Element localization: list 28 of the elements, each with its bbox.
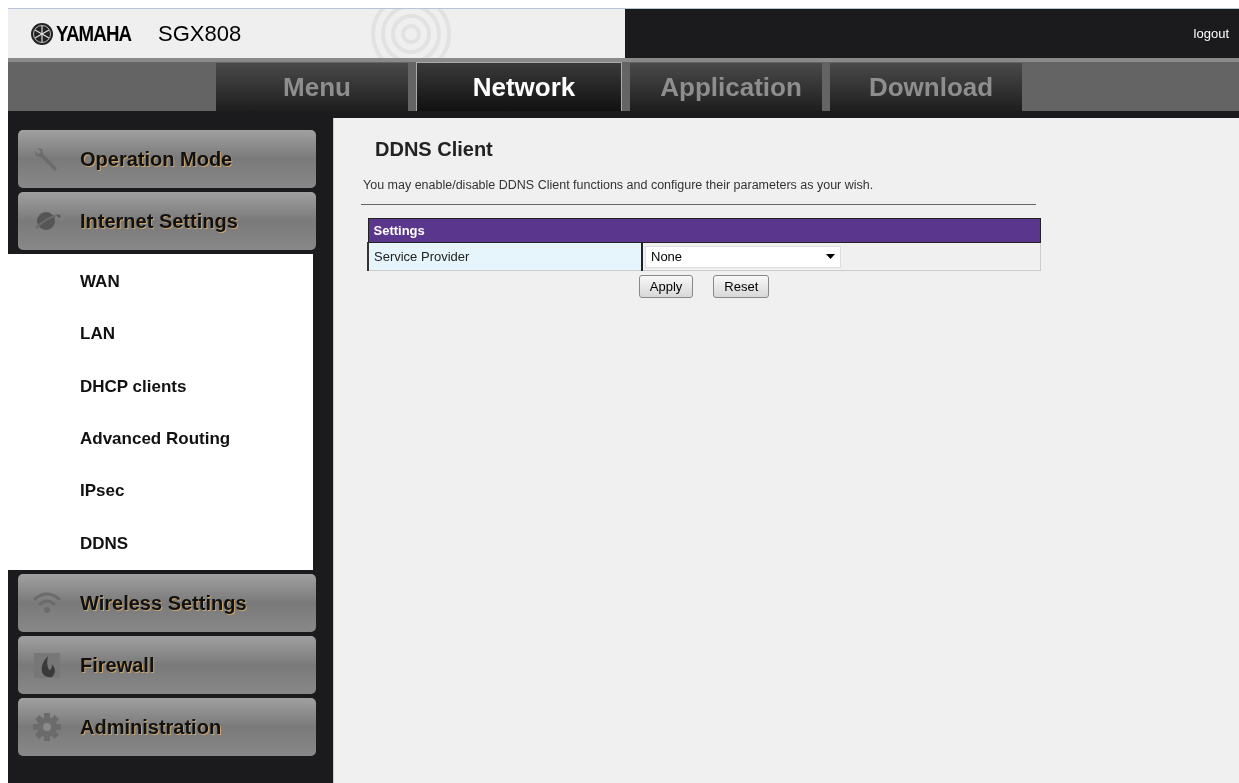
page-description: You may enable/disable DDNS Client functions and configure their parameters as your wish.: [363, 178, 875, 192]
nav-tab[interactable]: Network: [416, 62, 622, 111]
submenu-item[interactable]: Advanced Routing: [18, 413, 313, 466]
submenu-item[interactable]: WAN: [18, 256, 313, 309]
firewall-icon: [32, 650, 62, 680]
page-title: DDNS Client: [374, 138, 494, 161]
logout-link[interactable]: logout: [1193, 26, 1229, 41]
submenu-item[interactable]: DHCP clients: [18, 360, 313, 413]
sidebar-item[interactable]: Firewall: [18, 636, 316, 694]
submenu-item[interactable]: DDNS: [18, 517, 313, 570]
sidebar-item[interactable]: Operation Mode: [18, 130, 316, 188]
submenu-item[interactable]: LAN: [18, 308, 313, 361]
model-name: SGX808: [158, 20, 242, 47]
nav-tab[interactable]: Menu: [216, 63, 408, 111]
sidebar-item[interactable]: Wireless Settings: [18, 574, 316, 632]
form-button[interactable]: Apply: [638, 275, 694, 298]
caret-icon: [826, 254, 835, 259]
nav-tab[interactable]: Download: [830, 63, 1022, 111]
field-label: Service Provider: [368, 242, 642, 271]
gear-icon: [32, 712, 62, 742]
brand-logo: YAMAHA: [56, 20, 133, 47]
provider-dropdown[interactable]: None: [645, 245, 841, 268]
table-header: Settings: [368, 218, 1041, 243]
form-button[interactable]: Reset: [713, 275, 770, 298]
nav-tab[interactable]: Application: [630, 63, 822, 111]
submenu-item[interactable]: IPsec: [18, 465, 313, 518]
sidebar-item[interactable]: Administration: [18, 698, 316, 756]
sidebar-item[interactable]: Internet Settings: [18, 192, 316, 250]
